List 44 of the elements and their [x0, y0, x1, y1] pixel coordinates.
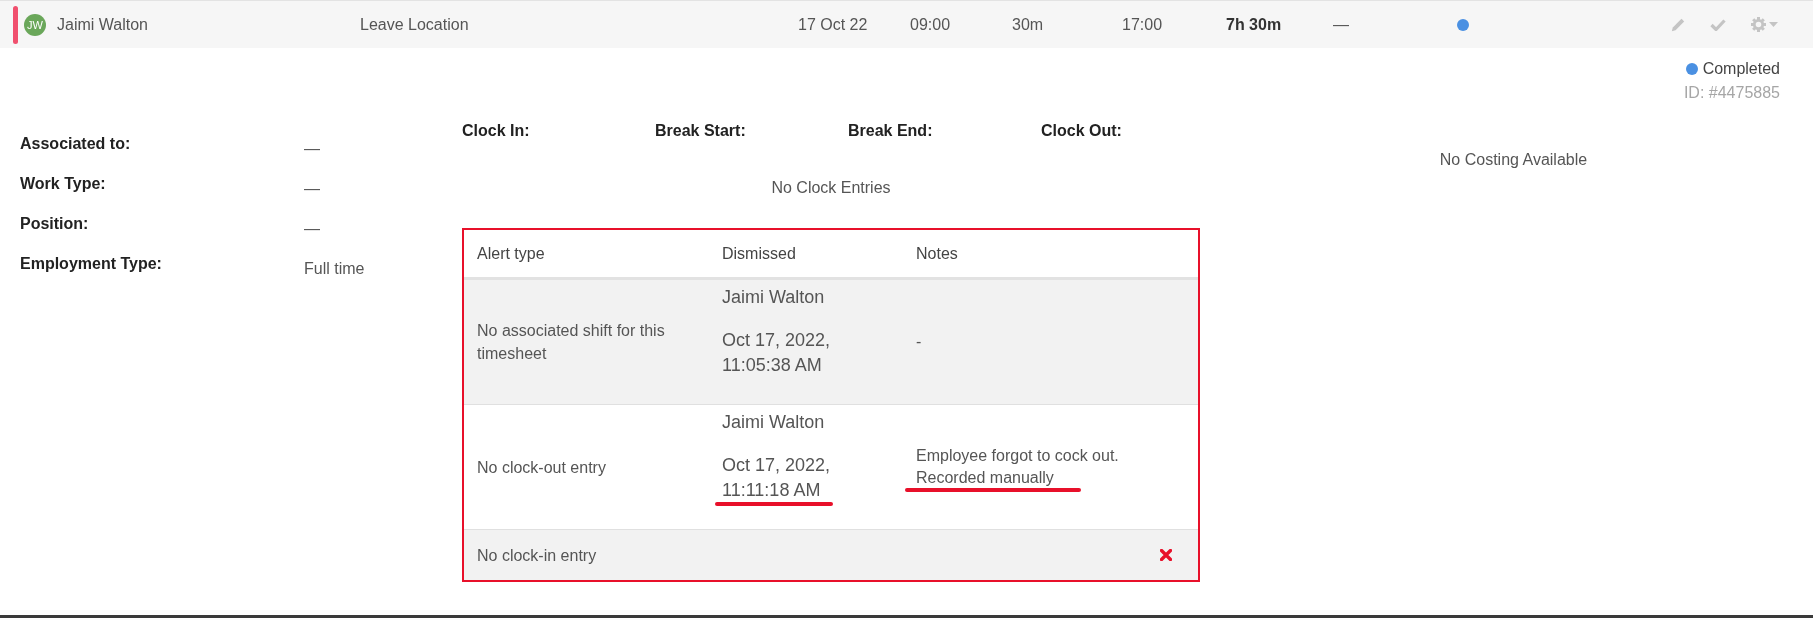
caret-icon	[1769, 22, 1778, 27]
pencil-icon[interactable]	[1671, 17, 1685, 32]
column-header: Alert type	[477, 244, 545, 263]
field-label: Work Type:	[20, 174, 106, 194]
alert-type-text: No clock-out entry	[477, 457, 607, 478]
field-label: Position:	[20, 214, 89, 234]
gear-icon	[1751, 17, 1766, 32]
settings-menu-button[interactable]	[1751, 17, 1778, 32]
column-header: Break Start:	[655, 121, 746, 141]
column-header: Clock Out:	[1041, 121, 1122, 141]
column-header: Dismissed	[722, 244, 796, 263]
check-icon[interactable]	[1710, 18, 1726, 31]
cross-icon[interactable]	[1160, 549, 1172, 561]
clock-out-time: 17:00	[1122, 15, 1163, 34]
alert-type-text: No associated shift for this timesheet	[477, 321, 666, 364]
shift-row[interactable]: JW Jaimi Walton Leave Location 17 Oct 22 09:00 30m 17:00 7h 30m —	[0, 0, 1813, 48]
dismissed-by-name: Jaimi Walton	[722, 411, 825, 434]
field-label: Associated to:	[20, 134, 131, 154]
shift-date: 17 Oct 22	[798, 15, 868, 34]
note-text: Employee forgot to cock out. Recorded manually	[916, 446, 1120, 488]
alert-type-text: No clock-in entry	[477, 545, 598, 566]
column-header: Clock In:	[462, 121, 530, 141]
total-hours: 7h 30m	[1226, 15, 1282, 34]
dismissed-by-name: Jaimi Walton	[722, 286, 825, 309]
field-value: —	[304, 139, 320, 159]
dismissed-timestamp: Oct 17, 2022, 11:05:38 AM	[722, 329, 832, 377]
avatar: JW	[24, 13, 46, 36]
column-header: Notes	[916, 244, 958, 263]
location-name: Leave Location	[360, 15, 469, 34]
timesheet-id: ID: #4475885	[1683, 83, 1780, 103]
field-value: —	[304, 179, 320, 199]
column-header: Break End:	[848, 121, 933, 141]
costing-message: No Costing Available	[1439, 150, 1588, 170]
dismissed-timestamp: Oct 17, 2022, 11:11:18 AM	[722, 454, 832, 502]
employee-name: Jaimi Walton	[57, 15, 148, 34]
empty-message: No Clock Entries	[771, 178, 891, 198]
empty-value: —	[1333, 15, 1349, 34]
note-text: -	[916, 332, 923, 352]
break-duration: 30m	[1012, 15, 1044, 34]
clock-in-time: 09:00	[910, 15, 951, 34]
field-value: —	[304, 219, 320, 239]
status-label: Completed	[1702, 60, 1780, 78]
field-label: Employment Type:	[20, 254, 162, 274]
field-value: Full time	[304, 259, 365, 279]
